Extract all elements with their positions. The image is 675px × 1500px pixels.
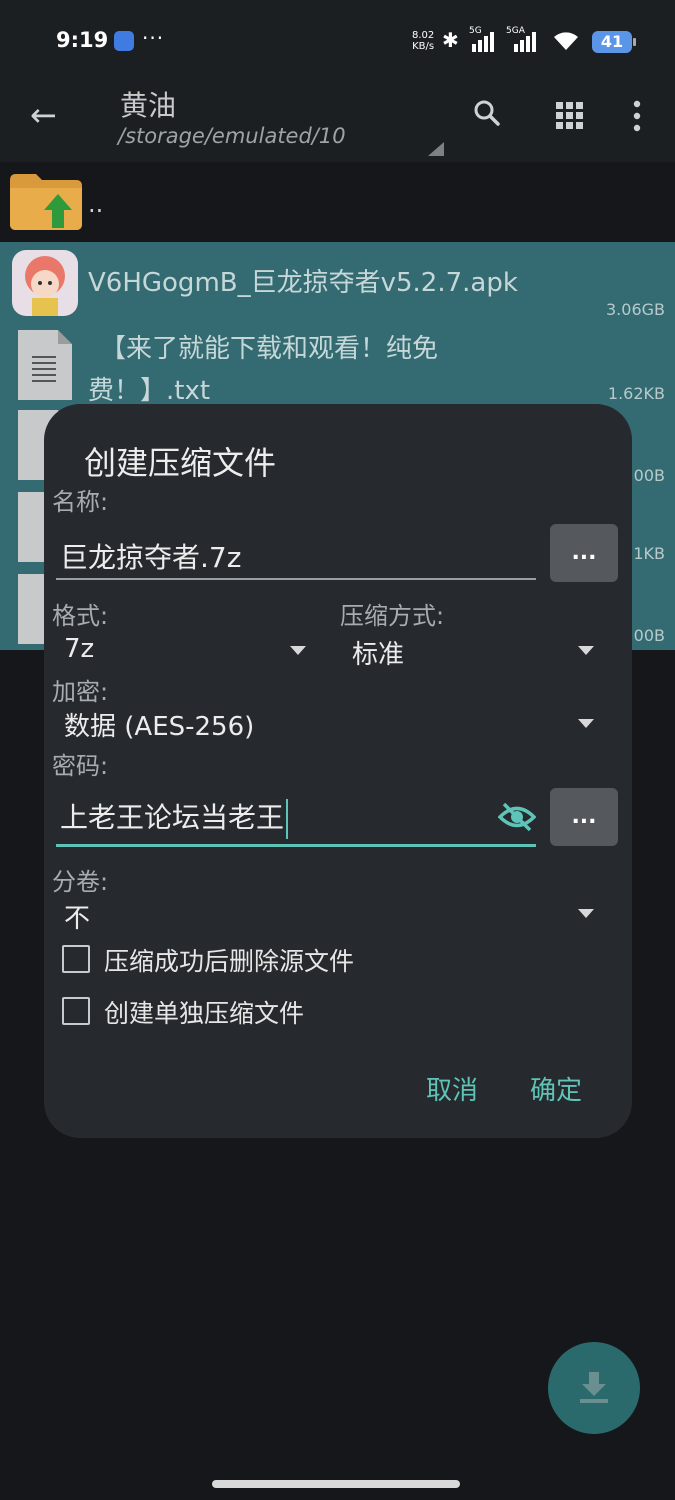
file-name: V6HGogmB_巨龙掠夺者v5.2.7.apk <box>88 268 518 298</box>
split-volume-select[interactable]: 不 <box>64 898 90 935</box>
battery-indicator: 41 <box>592 31 636 53</box>
path-dropdown-indicator <box>428 142 444 156</box>
status-bar: 9:19 ··· 8.02 KB/s ✱ 5G 5GA 41 <box>0 0 675 84</box>
search-icon[interactable] <box>474 100 500 126</box>
dialog-title: 创建压缩文件 <box>84 444 277 482</box>
visibility-off-icon[interactable] <box>498 802 536 832</box>
confirm-button[interactable]: 确定 <box>530 1070 582 1107</box>
file-size: .00B <box>628 466 665 485</box>
archive-name-input[interactable]: 巨龙掠夺者.7z <box>60 536 241 576</box>
name-input-underline <box>56 578 536 580</box>
password-options-button[interactable]: ... <box>550 788 618 846</box>
delete-source-checkbox[interactable] <box>62 945 90 973</box>
parent-directory-label: .. <box>88 190 104 218</box>
app-toolbar: ← 黄油 /storage/emulated/10 <box>0 84 675 162</box>
separate-archive-checkbox[interactable] <box>62 997 90 1025</box>
file-size: .00B <box>628 626 665 645</box>
browse-name-button[interactable]: ... <box>550 524 618 582</box>
password-input-underline <box>56 844 536 847</box>
separate-archive-label[interactable]: 创建单独压缩文件 <box>104 994 304 1030</box>
network-speed: 8.02 KB/s <box>412 30 434 52</box>
network-speed-value: 8.02 <box>412 30 435 41</box>
back-arrow-icon[interactable]: ← <box>30 96 57 134</box>
compression-method-label: 压缩方式: <box>340 602 445 630</box>
name-label: 名称: <box>52 488 109 516</box>
apk-app-icon <box>12 250 78 316</box>
gesture-navigation-bar[interactable] <box>212 1480 460 1488</box>
method-dropdown-icon[interactable] <box>578 646 594 655</box>
folder-path[interactable]: /storage/emulated/10 <box>118 124 346 148</box>
grid-view-icon[interactable] <box>556 102 584 130</box>
format-dropdown-icon[interactable] <box>290 646 306 655</box>
download-icon <box>580 1372 608 1403</box>
file-name-line1: 【来了就能下载和观看！纯免 <box>100 334 439 364</box>
file-name-line2: 费！】.txt <box>88 376 211 406</box>
app-notification-icon <box>114 31 134 51</box>
wifi-icon <box>554 32 578 50</box>
encryption-label: 加密: <box>52 678 109 706</box>
file-row-apk[interactable]: V6HGogmB_巨龙掠夺者v5.2.7.apk 3.06GB <box>0 242 675 324</box>
file-size: .1KB <box>628 544 665 563</box>
format-label: 格式: <box>52 602 109 630</box>
create-archive-dialog: 创建压缩文件 名称: 巨龙掠夺者.7z ... 格式: 压缩方式: 7z 标准 … <box>44 404 632 1138</box>
file-row-txt[interactable]: 【来了就能下载和观看！纯免 费！】.txt 1.62KB <box>0 324 675 406</box>
status-time: 9:19 <box>56 28 109 52</box>
parent-directory-row[interactable]: .. <box>0 162 675 242</box>
encryption-dropdown-icon[interactable] <box>578 719 594 728</box>
split-volume-label: 分卷: <box>52 868 109 896</box>
file-size: 3.06GB <box>606 300 665 319</box>
more-notifications-icon: ··· <box>142 26 165 50</box>
folder-title: 黄油 <box>120 89 177 122</box>
delete-source-label[interactable]: 压缩成功后删除源文件 <box>104 942 354 978</box>
signal-2-icon <box>514 32 538 52</box>
folder-up-icon <box>10 174 82 230</box>
password-text: 上老王论坛当老王 <box>60 801 285 834</box>
overflow-menu-icon[interactable] <box>632 100 642 132</box>
split-dropdown-icon[interactable] <box>578 909 594 918</box>
encryption-select[interactable]: 数据 (AES-256) <box>64 706 254 743</box>
compression-method-select[interactable]: 标准 <box>352 634 404 671</box>
password-input[interactable]: 上老王论坛当老王 <box>60 796 289 839</box>
text-cursor <box>286 799 289 839</box>
text-file-icon <box>18 330 72 400</box>
signal-1-icon <box>472 32 496 52</box>
cancel-button[interactable]: 取消 <box>426 1070 478 1107</box>
password-label: 密码: <box>52 752 109 780</box>
file-size: 1.62KB <box>607 384 665 403</box>
network-speed-unit: KB/s <box>412 41 435 52</box>
format-select[interactable]: 7z <box>64 634 94 664</box>
download-fab[interactable] <box>548 1342 640 1434</box>
bluetooth-icon: ✱ <box>442 28 459 52</box>
